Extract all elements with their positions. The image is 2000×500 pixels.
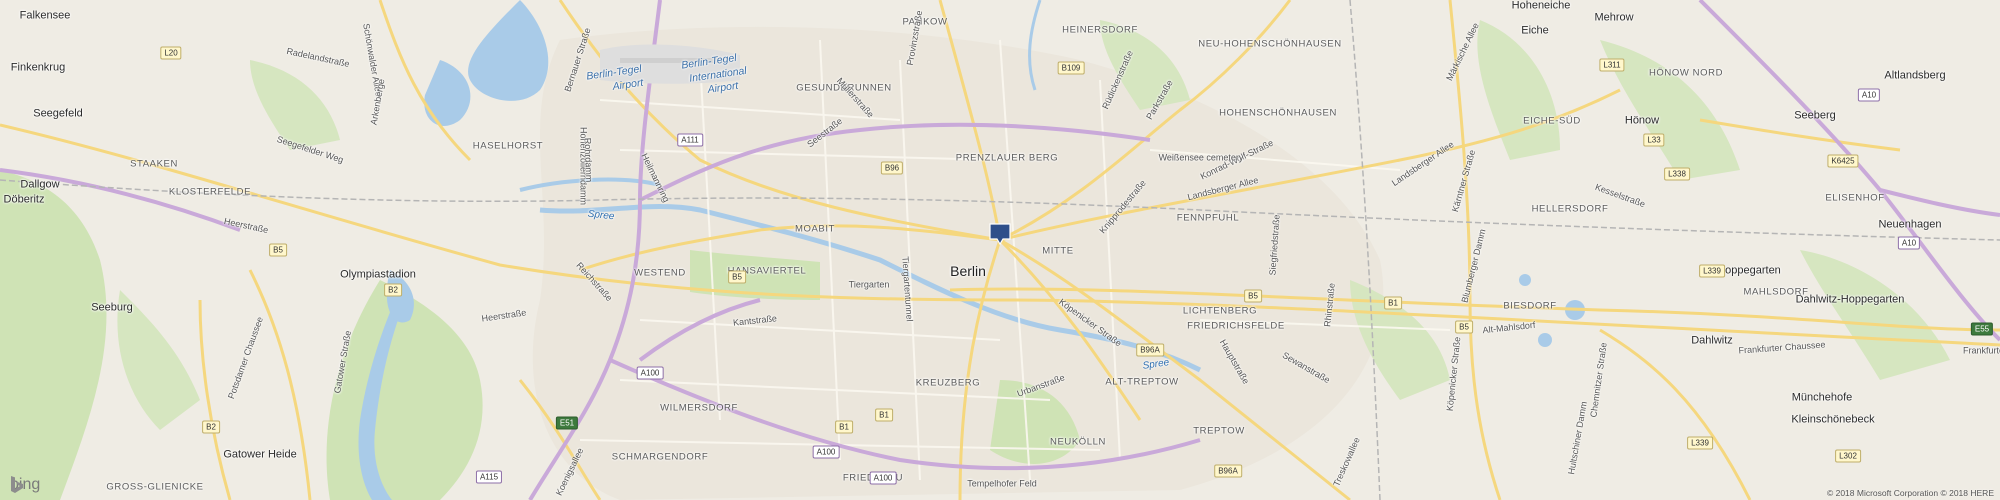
- district-label: PRENZLAUER BERG: [955, 152, 1059, 164]
- district-label: EICHE-SÜD: [1523, 115, 1581, 127]
- city-label: Berlin: [950, 263, 986, 279]
- road-shield: B96A: [1136, 343, 1164, 357]
- town-label: Finkenkrug: [10, 61, 66, 74]
- road-shield: L311: [1599, 58, 1625, 72]
- district-label: HOHENSCHÖNHAUSEN: [1219, 107, 1337, 119]
- road-shield: A100: [636, 366, 664, 380]
- town-label: Dallgow: [20, 178, 60, 191]
- town-label: Dahlwitz: [1691, 334, 1733, 347]
- district-label: MAHLSDORF: [1743, 286, 1809, 298]
- town-label: Hoheneiche: [1511, 0, 1571, 12]
- district-label: HÖNOW NORD: [1648, 67, 1724, 79]
- district-label: GROSS-GLIENICKE: [106, 481, 204, 493]
- district-label: SCHMARGENDORF: [611, 451, 709, 463]
- road-shield: A10: [1897, 236, 1921, 250]
- map-canvas[interactable]: Falkensee Finkenkrug Seegefeld Döberitz Dall…: [0, 0, 2000, 500]
- road-shield: A100: [812, 445, 840, 459]
- street-label: Frankfurter: [1962, 345, 2000, 356]
- road-shield: L339: [1687, 436, 1713, 450]
- district-label: ELISENHOF: [1825, 192, 1885, 204]
- copyright-notice: © 2018 Microsoft Corporation © 2018 HERE: [1826, 488, 1994, 498]
- road-shield: B1: [835, 420, 853, 434]
- road-shield: L33: [1643, 133, 1665, 147]
- district-label: HELLERSDORF: [1531, 203, 1609, 215]
- town-label: Kleinschönebeck: [1791, 413, 1875, 426]
- district-label: HASELHORST: [472, 140, 544, 152]
- town-label: Neuenhagen: [1878, 218, 1942, 231]
- district-label: NEUKÖLLN: [1049, 436, 1107, 448]
- road-shield: B1: [875, 408, 893, 422]
- road-shield: B5: [728, 270, 746, 284]
- road-shield: E51: [555, 416, 579, 430]
- road-shield: K6425: [1827, 154, 1859, 168]
- town-label: Münchehofe: [1791, 391, 1853, 404]
- road-shield: B2: [384, 283, 402, 297]
- district-label: STAAKEN: [130, 158, 178, 170]
- street-label: Rohrdamm: [582, 137, 595, 183]
- town-label: Hoppegarten: [1717, 264, 1781, 277]
- road-shield: A111: [677, 133, 703, 147]
- location-marker-pin[interactable]: [989, 223, 1011, 245]
- road-shield: L338: [1664, 167, 1690, 181]
- town-label: Olympiastadion: [340, 268, 416, 281]
- road-shield: B5: [1244, 289, 1262, 303]
- road-shield: E55: [1970, 322, 1994, 336]
- road-shield: B5: [269, 243, 287, 257]
- road-shield: L302: [1835, 449, 1861, 463]
- town-label: Hönow: [1624, 114, 1660, 127]
- road-shield: B96A: [1214, 464, 1242, 478]
- town-label: Mehrow: [1594, 11, 1634, 24]
- district-label: FRIEDRICHSFELDE: [1187, 320, 1285, 332]
- district-label: KLOSTERFELDE: [168, 186, 252, 198]
- district-label: FENNPFUHL: [1176, 212, 1240, 224]
- bing-logo: bing: [10, 476, 40, 494]
- town-label: Eiche: [1521, 24, 1549, 37]
- district-label: TREPTOW: [1193, 425, 1245, 437]
- town-label: Döberitz: [3, 193, 45, 206]
- road-shield: L20: [160, 46, 182, 60]
- street-label: Tiergarten: [848, 279, 890, 290]
- district-label: ALT-TREPTOW: [1105, 376, 1179, 388]
- district-label: BIESDORF: [1503, 300, 1557, 312]
- road-shield: L339: [1699, 264, 1725, 278]
- road-shield: A100: [869, 471, 897, 485]
- district-label: PANKOW: [902, 16, 948, 28]
- district-label: MITTE: [1042, 245, 1074, 257]
- road-shield: B1: [1384, 296, 1402, 310]
- town-label: Dahlwitz-Hoppegarten: [1795, 293, 1905, 306]
- town-label: Seegefeld: [33, 107, 83, 120]
- district-label: WESTEND: [634, 267, 686, 279]
- district-label: LICHTENBERG: [1182, 305, 1258, 317]
- road-shield: B96: [880, 161, 904, 175]
- road-shield: B5: [1455, 320, 1473, 334]
- marker-icon: [989, 223, 1011, 245]
- district-label: NEU-HOHENSCHÖNHAUSEN: [1198, 38, 1342, 50]
- district-label: MOABIT: [794, 223, 836, 235]
- town-label: Falkensee: [19, 9, 71, 22]
- district-label: KREUZBERG: [915, 377, 981, 389]
- road-shield: B2: [202, 420, 220, 434]
- road-shield: B109: [1057, 61, 1085, 75]
- road-shield: A10: [1857, 88, 1881, 102]
- street-label: Tempelhofer Feld: [967, 478, 1037, 489]
- town-label: Gatower Heide: [223, 448, 297, 461]
- town-label: Altlandsberg: [1884, 69, 1946, 82]
- district-label: HEINERSDORF: [1062, 24, 1138, 36]
- town-label: Seeberg: [1794, 109, 1836, 122]
- street-label: Weißensee cemetery: [1158, 152, 1244, 163]
- district-label: WILMERSDORF: [660, 402, 738, 414]
- road-shield: A115: [475, 470, 503, 484]
- town-label: Seeburg: [91, 301, 133, 314]
- bing-b-icon: [11, 476, 23, 493]
